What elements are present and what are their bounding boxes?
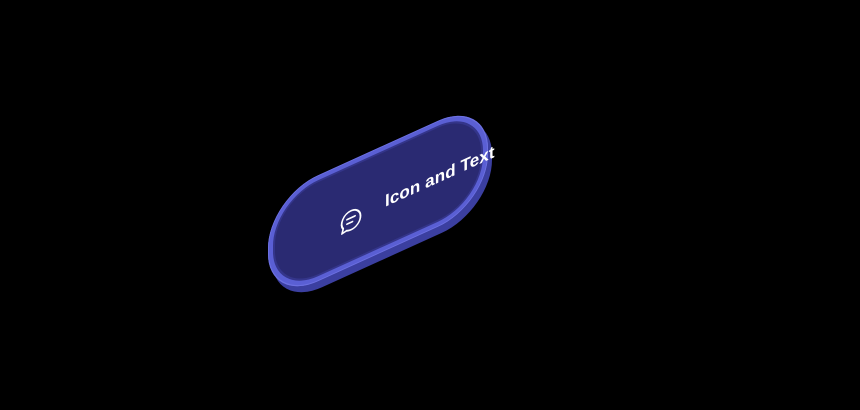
canvas: Icon and Text: [0, 0, 860, 410]
icon-text-button[interactable]: Icon and Text: [268, 98, 495, 304]
chat-bubble-icon: [339, 203, 363, 238]
button-face[interactable]: Icon and Text: [273, 105, 495, 297]
button-rim[interactable]: Icon and Text: [268, 98, 495, 304]
button-label: Icon and Text: [385, 142, 495, 211]
